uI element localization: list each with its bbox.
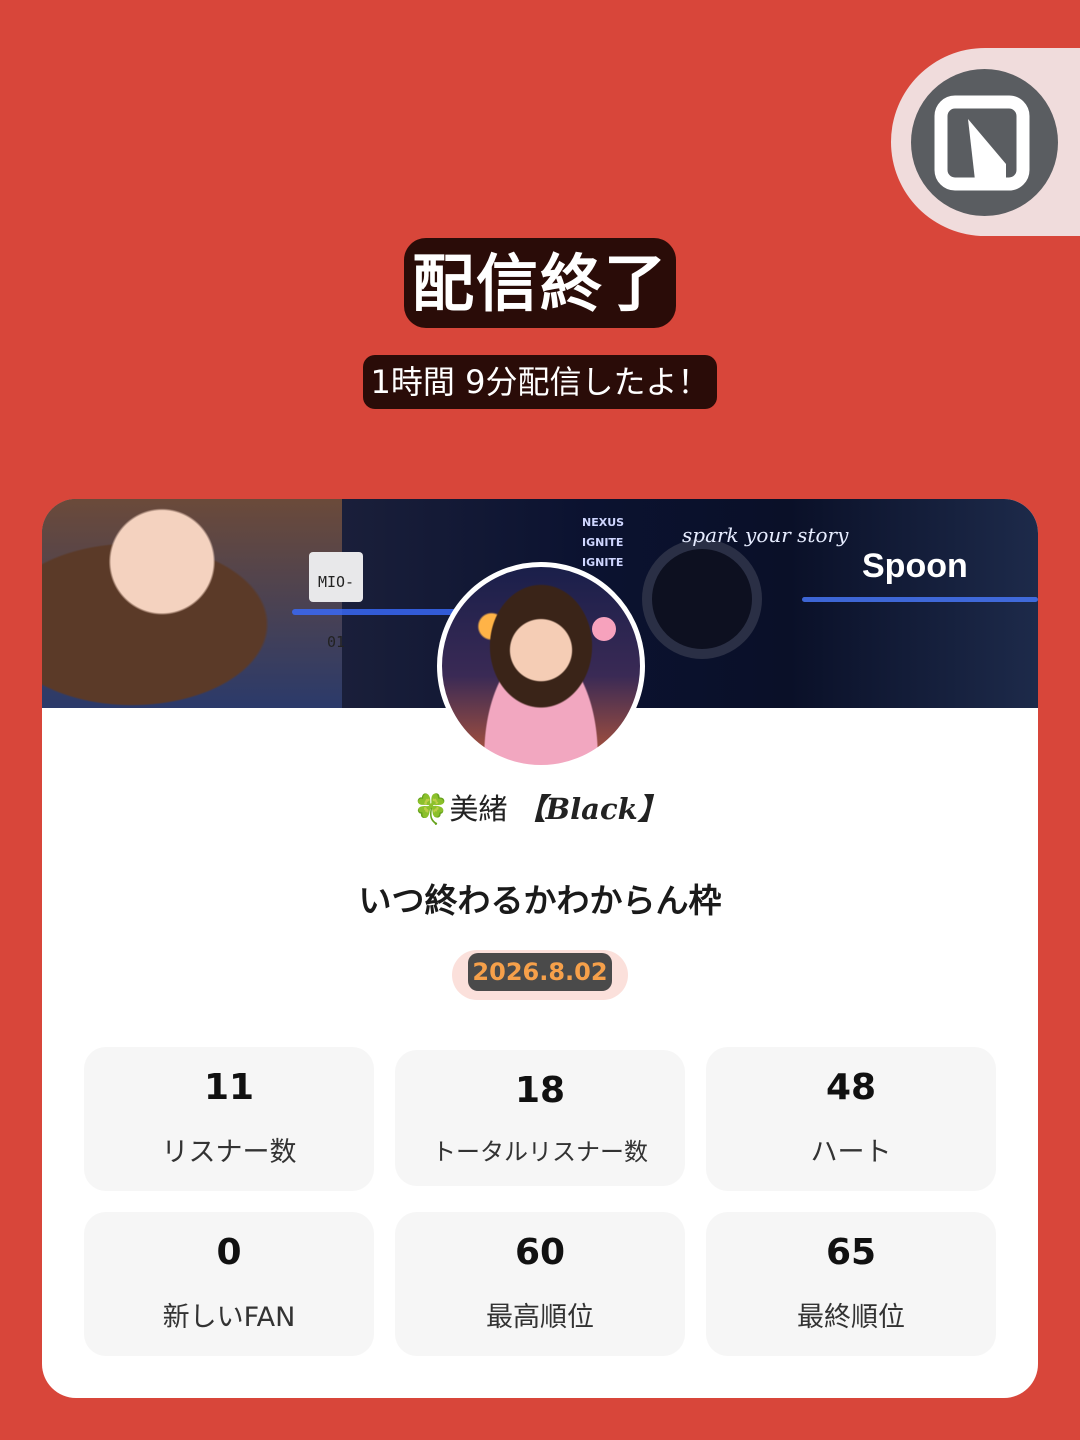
banner-tags: NEXUS IGNITE IGNITE xyxy=(582,516,625,569)
live-end-screen: 配信終了 1時間 9分配信したよ！ MIO-01 NEXUS IGNITE IG… xyxy=(0,0,1080,1440)
stat-value: 60 xyxy=(514,1232,566,1273)
stat-highest-rank: 60 最高順位 xyxy=(395,1212,685,1356)
license-plate: MIO-01 xyxy=(309,552,363,651)
stat-total-listeners: 18 トータルリスナー数 xyxy=(395,1050,685,1186)
stat-label: リスナー数 xyxy=(161,1137,297,1168)
banner-character-image xyxy=(42,499,342,708)
stat-value: 11 xyxy=(203,1067,255,1108)
stat-final-rank: 65 最終順位 xyxy=(706,1212,996,1356)
duration-text: 1時間 9分配信したよ！ xyxy=(362,355,718,409)
stat-label: 最終順位 xyxy=(797,1302,905,1333)
stat-listeners: 11 リスナー数 xyxy=(84,1047,374,1191)
corner-app-button[interactable] xyxy=(891,48,1080,236)
neon-light xyxy=(292,609,472,615)
live-title: いつ終わるかわからん枠 xyxy=(358,881,722,920)
brand-logo: Spoon xyxy=(862,547,968,585)
stat-label: トータルリスナー数 xyxy=(432,1138,648,1166)
car-wheel xyxy=(642,539,762,659)
stat-new-fans: 0 新しいFAN xyxy=(84,1212,374,1356)
user-name: 🍀美緒 【Black】 xyxy=(413,792,667,826)
avatar[interactable] xyxy=(437,562,645,770)
date-badge: 2026.8.02 xyxy=(452,950,628,1000)
banner-tagline: spark your story xyxy=(682,523,849,547)
stat-value: 48 xyxy=(825,1067,877,1108)
neon-light xyxy=(802,597,1038,602)
stat-label: 最高順位 xyxy=(486,1302,594,1333)
stat-label: ハート xyxy=(810,1137,892,1168)
stat-hearts: 48 ハート xyxy=(706,1047,996,1191)
result-card: MIO-01 NEXUS IGNITE IGNITE spark your st… xyxy=(42,499,1038,1398)
page-title: 配信終了 xyxy=(403,238,676,328)
app-logo-glyph-icon xyxy=(934,95,1030,191)
stat-value: 0 xyxy=(216,1232,242,1273)
stat-value: 65 xyxy=(825,1232,877,1273)
user-name-suffix: 【Black】 xyxy=(516,792,667,826)
stat-label: 新しいFAN xyxy=(162,1302,296,1333)
hair-flower xyxy=(592,617,616,641)
clover-icon: 🍀 xyxy=(413,792,450,826)
stat-value: 18 xyxy=(514,1070,566,1111)
